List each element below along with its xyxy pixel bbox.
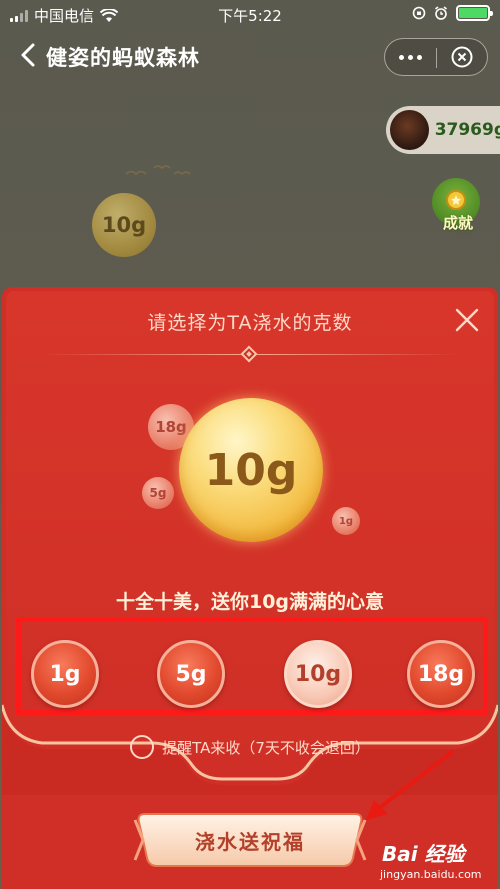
battery-icon: [456, 5, 493, 21]
amount-option-18g[interactable]: 18g: [407, 640, 475, 708]
watermark-url: jingyan.baidu.com: [380, 868, 482, 881]
selected-amount-bubble: 10g: [179, 398, 323, 542]
selected-amount-label: 10g: [204, 444, 298, 496]
amount-description: 十全十美，送你10g满满的心意: [115, 591, 385, 613]
modal-title: 请选择为TA浇水的克数: [147, 312, 353, 334]
alarm-icon: [435, 6, 447, 20]
remind-checkbox[interactable]: [130, 735, 155, 759]
energy-value: 37969g: [434, 120, 500, 140]
page-title: 健姿的蚂蚁森林: [46, 46, 200, 70]
back-icon[interactable]: [14, 40, 44, 70]
close-icon[interactable]: [454, 307, 480, 333]
nav-bar: 健姿的蚂蚁森林: [0, 34, 500, 78]
achievement-label: 成就: [442, 214, 473, 232]
more-dots-icon: [398, 54, 404, 60]
exit-button[interactable]: [436, 39, 487, 75]
amount-option-5g[interactable]: 5g: [157, 640, 225, 708]
water-send-button[interactable]: 浇水送祝福: [133, 812, 367, 868]
amount-option-1g[interactable]: 1g: [31, 640, 99, 708]
remind-label: 提醒TA来收（7天不收会退回）: [162, 738, 370, 757]
background-energy-bubble: 10g: [92, 193, 156, 257]
energy-total-pill[interactable]: 37969g: [386, 106, 500, 154]
annotation-arrow-icon: [366, 750, 454, 820]
baidu-watermark: Bai 经验 jingyan.baidu.com: [376, 836, 496, 886]
amount-option-10g[interactable]: 10g: [284, 640, 352, 708]
water-send-label: 浇水送祝福: [195, 829, 305, 854]
achievement-button[interactable]: 成就: [432, 178, 484, 234]
status-bar: 中国电信 下午5:22: [0, 0, 500, 28]
amount-options-row: 1g 5g 10g 18g: [16, 617, 488, 715]
watermark-brand: Bai 经验: [382, 842, 465, 866]
avatar: [390, 110, 429, 150]
rotation-lock-icon: [412, 6, 426, 20]
decor-bubble-1g: 1g: [332, 507, 360, 535]
more-menu-button[interactable]: [385, 39, 436, 75]
exit-circle-icon: [451, 46, 473, 68]
mini-program-capsule: [384, 38, 488, 76]
birds-decoration: [125, 165, 191, 176]
decor-bubble-5g: 5g: [142, 477, 174, 509]
